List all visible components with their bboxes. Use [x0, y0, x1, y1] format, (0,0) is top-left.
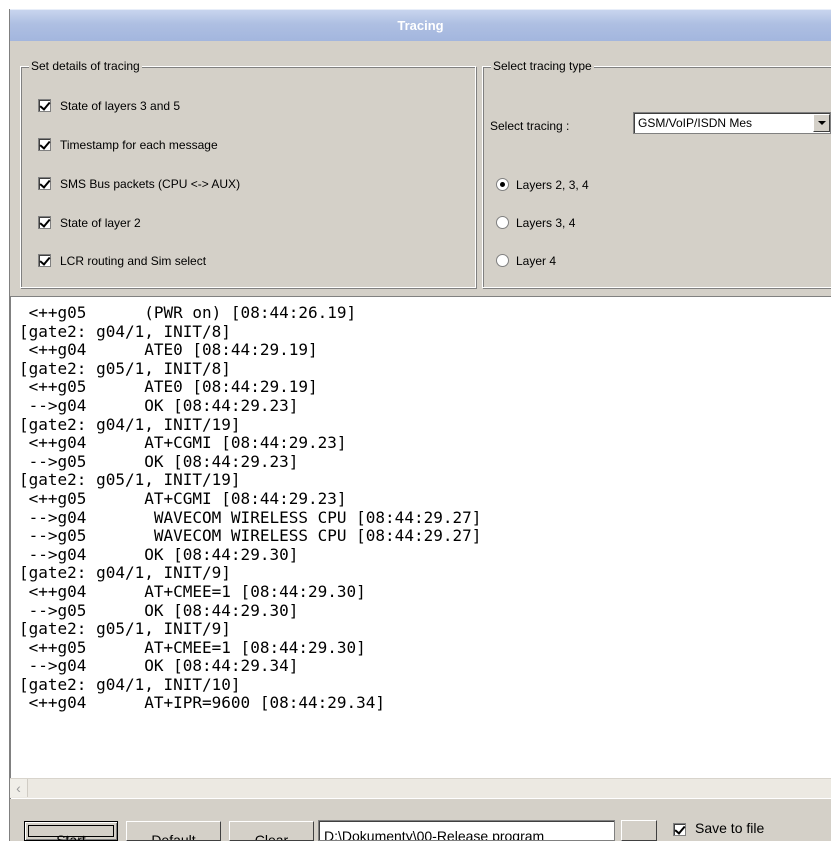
log-line: [gate2: g04/1, INIT/10]: [19, 674, 241, 694]
clear-button[interactable]: Clear: [229, 821, 314, 841]
scroll-left-icon[interactable]: ‹: [10, 779, 28, 797]
log-line: -->g04 WAVECOM WIRELESS CPU [08:44:29.27…: [19, 507, 482, 527]
trace-log[interactable]: <++g05 (PWR on) [08:44:26.19] [gate2: g0…: [10, 296, 831, 799]
log-line: [gate2: g04/1, INIT/8]: [19, 321, 231, 341]
log-line: <++g04 AT+IPR=9600 [08:44:29.34]: [19, 693, 386, 713]
log-line: [gate2: g04/1, INIT/19]: [19, 414, 241, 434]
log-line: [gate2: g04/1, INIT/9]: [19, 563, 231, 583]
log-line: <++g04 AT+CMEE=1 [08:44:29.30]: [19, 581, 366, 601]
checkbox-checked-icon[interactable]: [38, 216, 51, 229]
radio-selected-icon[interactable]: [496, 178, 509, 191]
tracing-window: Tracing Set details of tracing State of …: [0, 0, 831, 841]
log-line: [gate2: g05/1, INIT/19]: [19, 470, 241, 490]
log-line: [gate2: g05/1, INIT/9]: [19, 619, 231, 639]
log-line: [gate2: g05/1, INIT/8]: [19, 358, 231, 378]
default-button[interactable]: Default: [126, 821, 221, 841]
radio-icon[interactable]: [496, 216, 509, 229]
trace-log-lines: <++g05 (PWR on) [08:44:26.19] [gate2: g0…: [19, 303, 482, 713]
log-line: <++g04 ATE0 [08:44:29.19]: [19, 340, 318, 360]
tracing-select-value: GSM/VoIP/ISDN Mes: [638, 116, 753, 130]
log-line: <++g05 AT+CGMI [08:44:29.23]: [19, 488, 347, 508]
details-group-legend: Set details of tracing: [29, 58, 142, 74]
log-line: -->g05 WAVECOM WIRELESS CPU [08:44:29.27…: [19, 526, 482, 546]
horizontal-scrollbar[interactable]: ‹: [10, 778, 831, 798]
checkbox-checked-icon[interactable]: [38, 138, 51, 151]
log-line: -->g04 OK [08:44:29.34]: [19, 656, 299, 676]
chevron-down-icon[interactable]: [813, 114, 830, 132]
log-file-path-field[interactable]: D:\Dokumenty\00-Release program: [318, 820, 615, 841]
log-line: <++g05 ATE0 [08:44:29.19]: [19, 377, 318, 397]
log-line: -->g05 OK [08:44:29.23]: [19, 451, 299, 471]
browse-button[interactable]: [621, 820, 657, 841]
log-line: <++g05 (PWR on) [08:44:26.19]: [19, 303, 357, 322]
save-to-file-option[interactable]: Save to file: [673, 813, 831, 841]
checkbox-checked-icon[interactable]: [38, 254, 51, 267]
select-tracing-label: Select tracing :: [490, 119, 570, 133]
radio-icon[interactable]: [496, 254, 509, 267]
checkbox-checked-icon[interactable]: [38, 177, 51, 190]
log-line: -->g05 OK [08:44:29.30]: [19, 600, 299, 620]
log-line: -->g04 OK [08:44:29.30]: [19, 544, 299, 564]
log-line: <++g04 AT+CGMI [08:44:29.23]: [19, 433, 347, 453]
tracing-select[interactable]: GSM/VoIP/ISDN Mes: [633, 112, 831, 134]
checkbox-checked-icon[interactable]: [38, 99, 51, 112]
checkbox-checked-icon[interactable]: [673, 823, 686, 836]
log-line: <++g05 AT+CMEE=1 [08:44:29.30]: [19, 637, 366, 657]
start-button[interactable]: Start: [24, 821, 118, 841]
log-line: -->g04 OK [08:44:29.23]: [19, 395, 299, 415]
